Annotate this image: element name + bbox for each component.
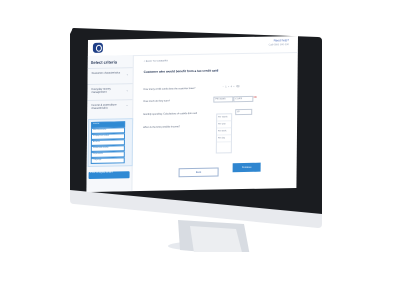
sidebar-item-everyday-money[interactable]: Everyday money management ⌄	[87, 83, 133, 100]
main-content: < BACK TO SUMMARY Customer who would ben…	[132, 52, 297, 191]
field-label: How much do they earn?	[143, 99, 170, 103]
chevron-up-icon: ⌃	[125, 104, 129, 109]
delete-icon[interactable]: ⌫	[253, 96, 256, 99]
back-to-summary-link[interactable]: < BACK TO SUMMARY	[144, 60, 168, 62]
help-link[interactable]: Need help?	[274, 38, 289, 42]
product-scene: Need help? Call 0800 000 000 Select crit…	[0, 0, 400, 300]
earnings-input[interactable]: £1,800	[233, 95, 254, 103]
criteria-sidebar: Select criteria Customer characteristics…	[86, 55, 134, 193]
continue-button[interactable]: Continue	[232, 162, 261, 173]
back-button[interactable]: Back	[178, 167, 219, 178]
sidebar-item-label: Everyday money management	[91, 87, 111, 95]
show-lenders-button[interactable]: Show all eligible lenders	[88, 171, 130, 179]
dropdown-option[interactable]: Per day	[216, 135, 231, 143]
field-label: When is the best possible income?	[143, 125, 181, 129]
sidebar-subitem[interactable]: Outgoings	[90, 157, 125, 164]
frequency-select[interactable]: Per month	[213, 96, 234, 103]
field-label: Monthly spending: Calculations of outsid…	[143, 111, 198, 116]
help-phone: Call 0800 000 000	[268, 43, 289, 47]
sidebar-item-customer-characteristics[interactable]: Customer characteristics ⌄	[87, 67, 133, 84]
sidebar-item-income-expenditure[interactable]: Income & expenditure characteristics ⌃	[87, 99, 133, 120]
sidebar-subitems-panel: Income Monthly income Employment status …	[87, 118, 134, 168]
brand-logo	[92, 42, 103, 53]
question-title: Customer who would benefit from a tax cr…	[143, 68, 219, 74]
chevron-down-icon: ⌄	[126, 72, 129, 77]
sidebar-item-label: Customer characteristics	[91, 71, 121, 75]
info-icon[interactable]: ⓘ	[216, 68, 219, 72]
spending-input[interactable]: £0	[235, 108, 253, 116]
app-screen: Need help? Call 0800 000 000 Select crit…	[86, 35, 298, 193]
chevron-down-icon: ⌄	[125, 88, 129, 93]
field-label: How many credit cards does the customer …	[143, 86, 196, 91]
sidebar-item-label: Income & expenditure characteristics	[91, 103, 117, 111]
sidebar-title: Select criteria	[90, 59, 118, 65]
frequency-dropdown-menu: Per month Per year Per week Per day	[215, 113, 233, 154]
quantity-stepper[interactable]: − 1 + 4 + ⌫	[222, 85, 239, 88]
